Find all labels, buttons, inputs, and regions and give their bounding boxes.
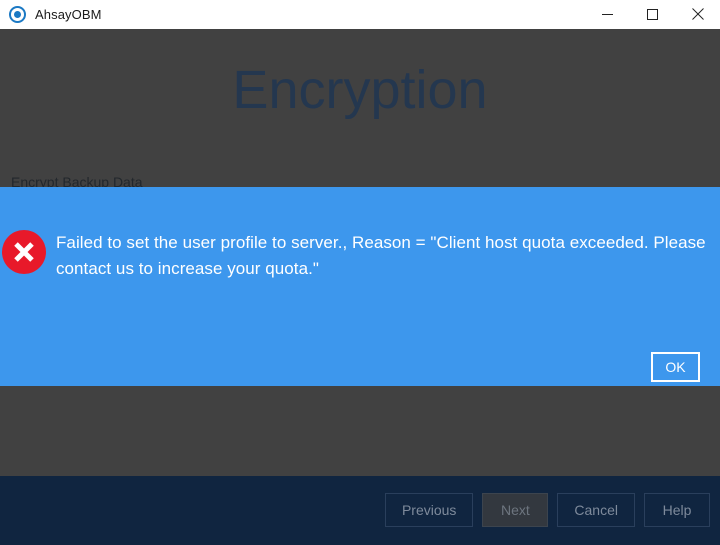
maximize-icon[interactable]: [630, 0, 675, 28]
cancel-button[interactable]: Cancel: [557, 493, 635, 527]
page-title: Encryption: [232, 60, 488, 120]
target-icon: [9, 6, 26, 23]
wizard-navigation-buttons: Previous Next Cancel Help: [384, 493, 710, 527]
help-button[interactable]: Help: [644, 493, 710, 527]
close-icon[interactable]: [675, 0, 720, 28]
previous-button[interactable]: Previous: [384, 493, 474, 527]
footer-bar: Previous Next Cancel Help: [0, 476, 720, 545]
application-window: AhsayOBM Encryption Encrypt Backup Data …: [0, 0, 720, 545]
error-circle-x-icon: [2, 230, 46, 274]
title-bar: AhsayOBM: [0, 0, 720, 30]
window-controls: [585, 0, 720, 29]
title-bar-left: AhsayOBM: [0, 0, 585, 29]
window-title: AhsayOBM: [35, 7, 102, 22]
error-dialog: Failed to set the user profile to server…: [0, 187, 720, 386]
next-button[interactable]: Next: [482, 493, 549, 527]
error-message-text: Failed to set the user profile to server…: [56, 233, 706, 278]
ok-button[interactable]: OK: [651, 352, 700, 382]
minimize-icon[interactable]: [585, 0, 630, 28]
